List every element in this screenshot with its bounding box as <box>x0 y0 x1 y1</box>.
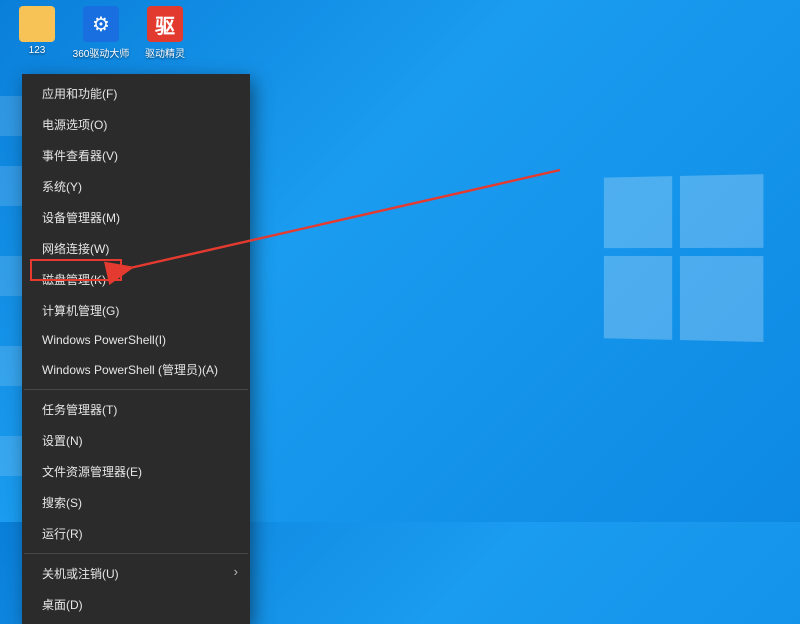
menu-device-manager[interactable]: 设备管理器(M) <box>22 202 250 233</box>
menu-separator <box>24 553 248 554</box>
windows-logo <box>604 174 755 333</box>
desktop-icon-label: 驱动精灵 <box>145 45 185 60</box>
gear-icon: ⚙ <box>83 6 119 42</box>
desktop-icon-partial[interactable] <box>0 436 24 476</box>
desktop-icon-label: 360驱动大师 <box>73 45 130 60</box>
app-icon: 驱 <box>147 6 183 42</box>
menu-powershell[interactable]: Windows PowerShell(I) <box>22 326 250 354</box>
menu-desktop[interactable]: 桌面(D) <box>22 589 250 620</box>
menu-event-viewer[interactable]: 事件查看器(V) <box>22 140 250 171</box>
menu-run[interactable]: 运行(R) <box>22 518 250 549</box>
desktop-icon-label: 123 <box>29 45 46 56</box>
menu-file-explorer[interactable]: 文件资源管理器(E) <box>22 456 250 487</box>
desktop-icon-partial[interactable] <box>0 96 24 136</box>
desktop-icon-driver-genius[interactable]: 驱 驱动精灵 <box>142 6 188 60</box>
menu-settings[interactable]: 设置(N) <box>22 425 250 456</box>
menu-computer-management[interactable]: 计算机管理(G) <box>22 295 250 326</box>
menu-power-options[interactable]: 电源选项(O) <box>22 109 250 140</box>
desktop-icon-folder-123[interactable]: 123 <box>14 6 60 60</box>
folder-icon <box>19 6 55 42</box>
menu-apps-features[interactable]: 应用和功能(F) <box>22 78 250 109</box>
menu-powershell-admin[interactable]: Windows PowerShell (管理员)(A) <box>22 354 250 385</box>
desktop-icon-partial[interactable] <box>0 256 24 296</box>
menu-separator <box>24 389 248 390</box>
menu-system[interactable]: 系统(Y) <box>22 171 250 202</box>
menu-network-connections[interactable]: 网络连接(W) <box>22 233 250 264</box>
winx-context-menu: 应用和功能(F) 电源选项(O) 事件查看器(V) 系统(Y) 设备管理器(M)… <box>22 74 250 624</box>
menu-task-manager[interactable]: 任务管理器(T) <box>22 394 250 425</box>
desktop-icon-partial[interactable] <box>0 166 24 206</box>
desktop-icon-partial[interactable] <box>0 346 24 386</box>
menu-search[interactable]: 搜索(S) <box>22 487 250 518</box>
desktop-icon-360-driver[interactable]: ⚙ 360驱动大师 <box>78 6 124 60</box>
desktop-icons-row: 123 ⚙ 360驱动大师 驱 驱动精灵 <box>14 6 188 60</box>
menu-disk-management[interactable]: 磁盘管理(K) <box>22 264 250 295</box>
menu-shutdown-signout[interactable]: 关机或注销(U) <box>22 558 250 589</box>
